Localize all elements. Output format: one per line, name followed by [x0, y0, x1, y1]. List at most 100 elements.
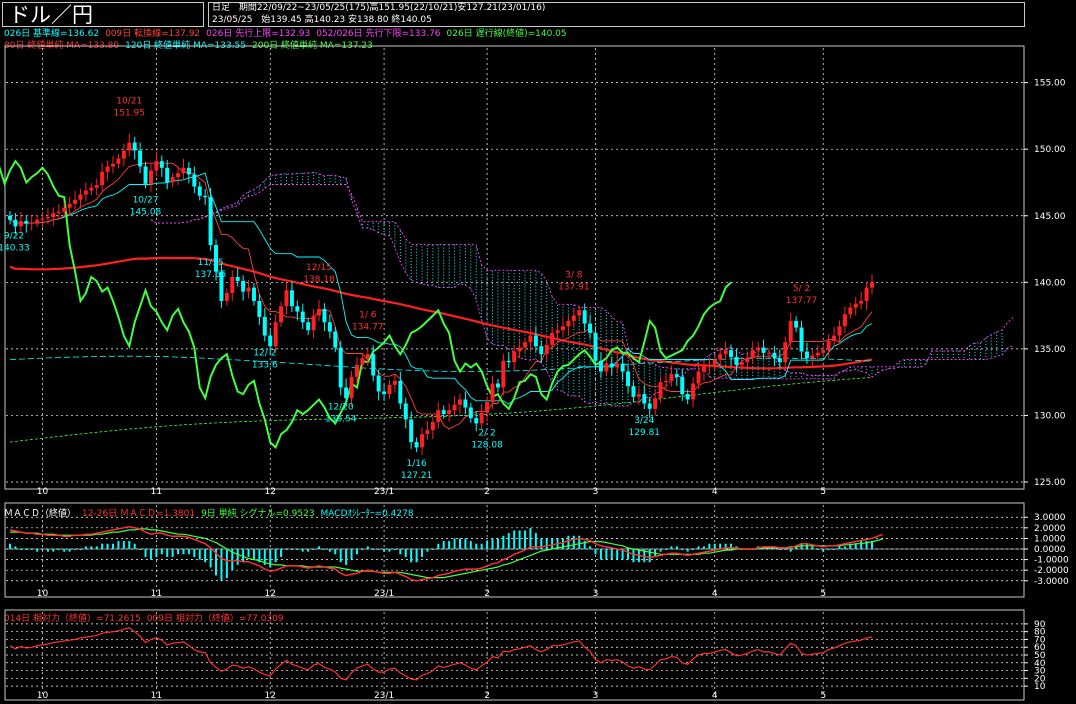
low-annotation-date: 12/ 2: [253, 348, 276, 358]
candle-body: [745, 358, 750, 363]
high-annotation-date: 1/ 6: [359, 310, 377, 320]
main-legend-row-1: 026日 基準線=136.62 009日 転換線=137.92 026日 先行上限=…: [4, 29, 573, 40]
candle-body: [181, 167, 186, 174]
candle-body: [121, 150, 126, 159]
macd-osc-bar: [513, 530, 516, 549]
macd-osc-bar: [654, 549, 657, 557]
macd-osc-bar: [415, 549, 418, 563]
macd-osc-bar: [393, 549, 396, 550]
candle-body: [300, 311, 305, 323]
macd-histogram: [9, 527, 873, 581]
macd-osc-bar: [697, 546, 700, 549]
macd-x-tick-label: 11: [151, 589, 162, 599]
main-x-tick-label: 3: [593, 487, 599, 497]
macd-osc-bar: [421, 549, 424, 557]
candle-body: [45, 217, 50, 219]
candle-body: [696, 371, 701, 384]
candle-body: [490, 383, 495, 403]
candle-body: [100, 171, 105, 186]
candle-body: [246, 287, 251, 292]
candle-body: [382, 391, 387, 395]
ma-200-line: [9, 377, 873, 443]
macd-osc-bar: [166, 549, 169, 557]
candle-body: [615, 363, 620, 368]
candle-body: [804, 351, 809, 359]
macd-osc-bar: [252, 549, 255, 560]
macd-osc-bar: [529, 527, 532, 549]
candle-body: [452, 404, 457, 411]
legend_rsi-item: 009日 相対力（終値）=77.0309: [146, 614, 284, 624]
macd-signal-line: [10, 528, 883, 579]
macd-osc-bar: [860, 541, 863, 549]
main-y-tick-label: 150.00: [1034, 145, 1066, 155]
macd-osc-bar: [681, 549, 684, 550]
macd-osc-bar: [464, 538, 467, 549]
candle-body: [609, 363, 614, 368]
candle-body: [192, 174, 197, 187]
macd-osc-bar: [318, 546, 321, 549]
high-annotation-value: 137.91: [558, 283, 590, 293]
macd-osc-bar: [133, 543, 136, 549]
macd-osc-bar: [871, 541, 873, 549]
last-date: 23/05/25: [212, 15, 253, 25]
macd-osc-bar: [122, 541, 125, 549]
macd-osc-bar: [453, 538, 456, 549]
macd-osc-bar: [643, 549, 646, 563]
macd-osc-bar: [285, 549, 288, 550]
macd-osc-bar: [496, 538, 499, 549]
macd-osc-bar: [204, 549, 207, 563]
macd-osc-bar: [567, 535, 570, 549]
candle-body: [560, 326, 565, 331]
rsi-x-tick-label: 12: [264, 691, 275, 701]
candle-body: [35, 219, 40, 223]
macd-osc-bar: [849, 543, 852, 549]
macd-osc-bar: [740, 549, 743, 550]
macd-osc-bar: [220, 549, 223, 581]
macd-osc-bar: [621, 549, 624, 560]
candle-body: [729, 350, 734, 357]
ohlc-line: 始139.45 高140.23 安138.80 終140.05: [261, 15, 432, 25]
period-label-text: 日足: [212, 3, 231, 13]
candle-body: [701, 366, 706, 372]
macd-osc-bar: [101, 543, 104, 549]
macd-osc-bar: [323, 549, 326, 550]
legend_main_1-item: 026日 先行上限=132.93: [206, 29, 311, 39]
candle-body: [409, 419, 414, 443]
high-annotation-date: 10/21: [116, 97, 142, 107]
candle-body: [631, 386, 636, 397]
macd-osc-bar: [372, 549, 375, 550]
candle-body: [116, 158, 121, 164]
macd-x-tick-label: 12: [264, 589, 275, 599]
rsi-y-tick-label: 80: [1034, 628, 1046, 638]
macd-osc-bar: [708, 543, 711, 549]
macd-osc-bar: [599, 549, 602, 560]
candle-body: [821, 350, 826, 353]
candle-body: [289, 290, 294, 307]
candle-body: [571, 315, 576, 321]
candle-body: [512, 351, 517, 363]
macd-y-tick-label: 3.0000: [1034, 513, 1066, 523]
macd-osc-bar: [632, 549, 635, 563]
rsi-x-tick-label: 11: [151, 691, 162, 701]
macd-osc-bar: [46, 549, 49, 552]
candle-body: [40, 218, 45, 220]
candle-body: [420, 434, 425, 448]
chart-window: ドル／円 日足 期間22/09/22~23/05/25(175)高151.95(…: [0, 0, 1076, 704]
macd-osc-bar: [144, 549, 147, 557]
candle-body: [89, 187, 94, 191]
low-annotation-value: 133.6: [252, 360, 278, 370]
macd-osc-bar: [171, 549, 174, 557]
candle-body: [317, 308, 322, 316]
legend_main_2-item: 80日 終値単純 MA=133.80: [4, 41, 120, 51]
rsi-x-tick-label: 2: [484, 691, 490, 701]
rsi-x-tick-label: 3: [593, 691, 599, 701]
candle-body: [354, 364, 359, 377]
rsi-y-tick-label: 30: [1034, 667, 1046, 677]
legend_main_1-item: 052/026日 先行下限=133.76: [316, 29, 441, 39]
high-annotation-value: 137.77: [786, 296, 818, 306]
high-annotation-value: 138.18: [303, 275, 335, 285]
macd-osc-bar: [19, 549, 22, 550]
macd-osc-bar: [746, 549, 749, 550]
candle-body: [284, 290, 289, 307]
macd-osc-bar: [648, 549, 651, 563]
